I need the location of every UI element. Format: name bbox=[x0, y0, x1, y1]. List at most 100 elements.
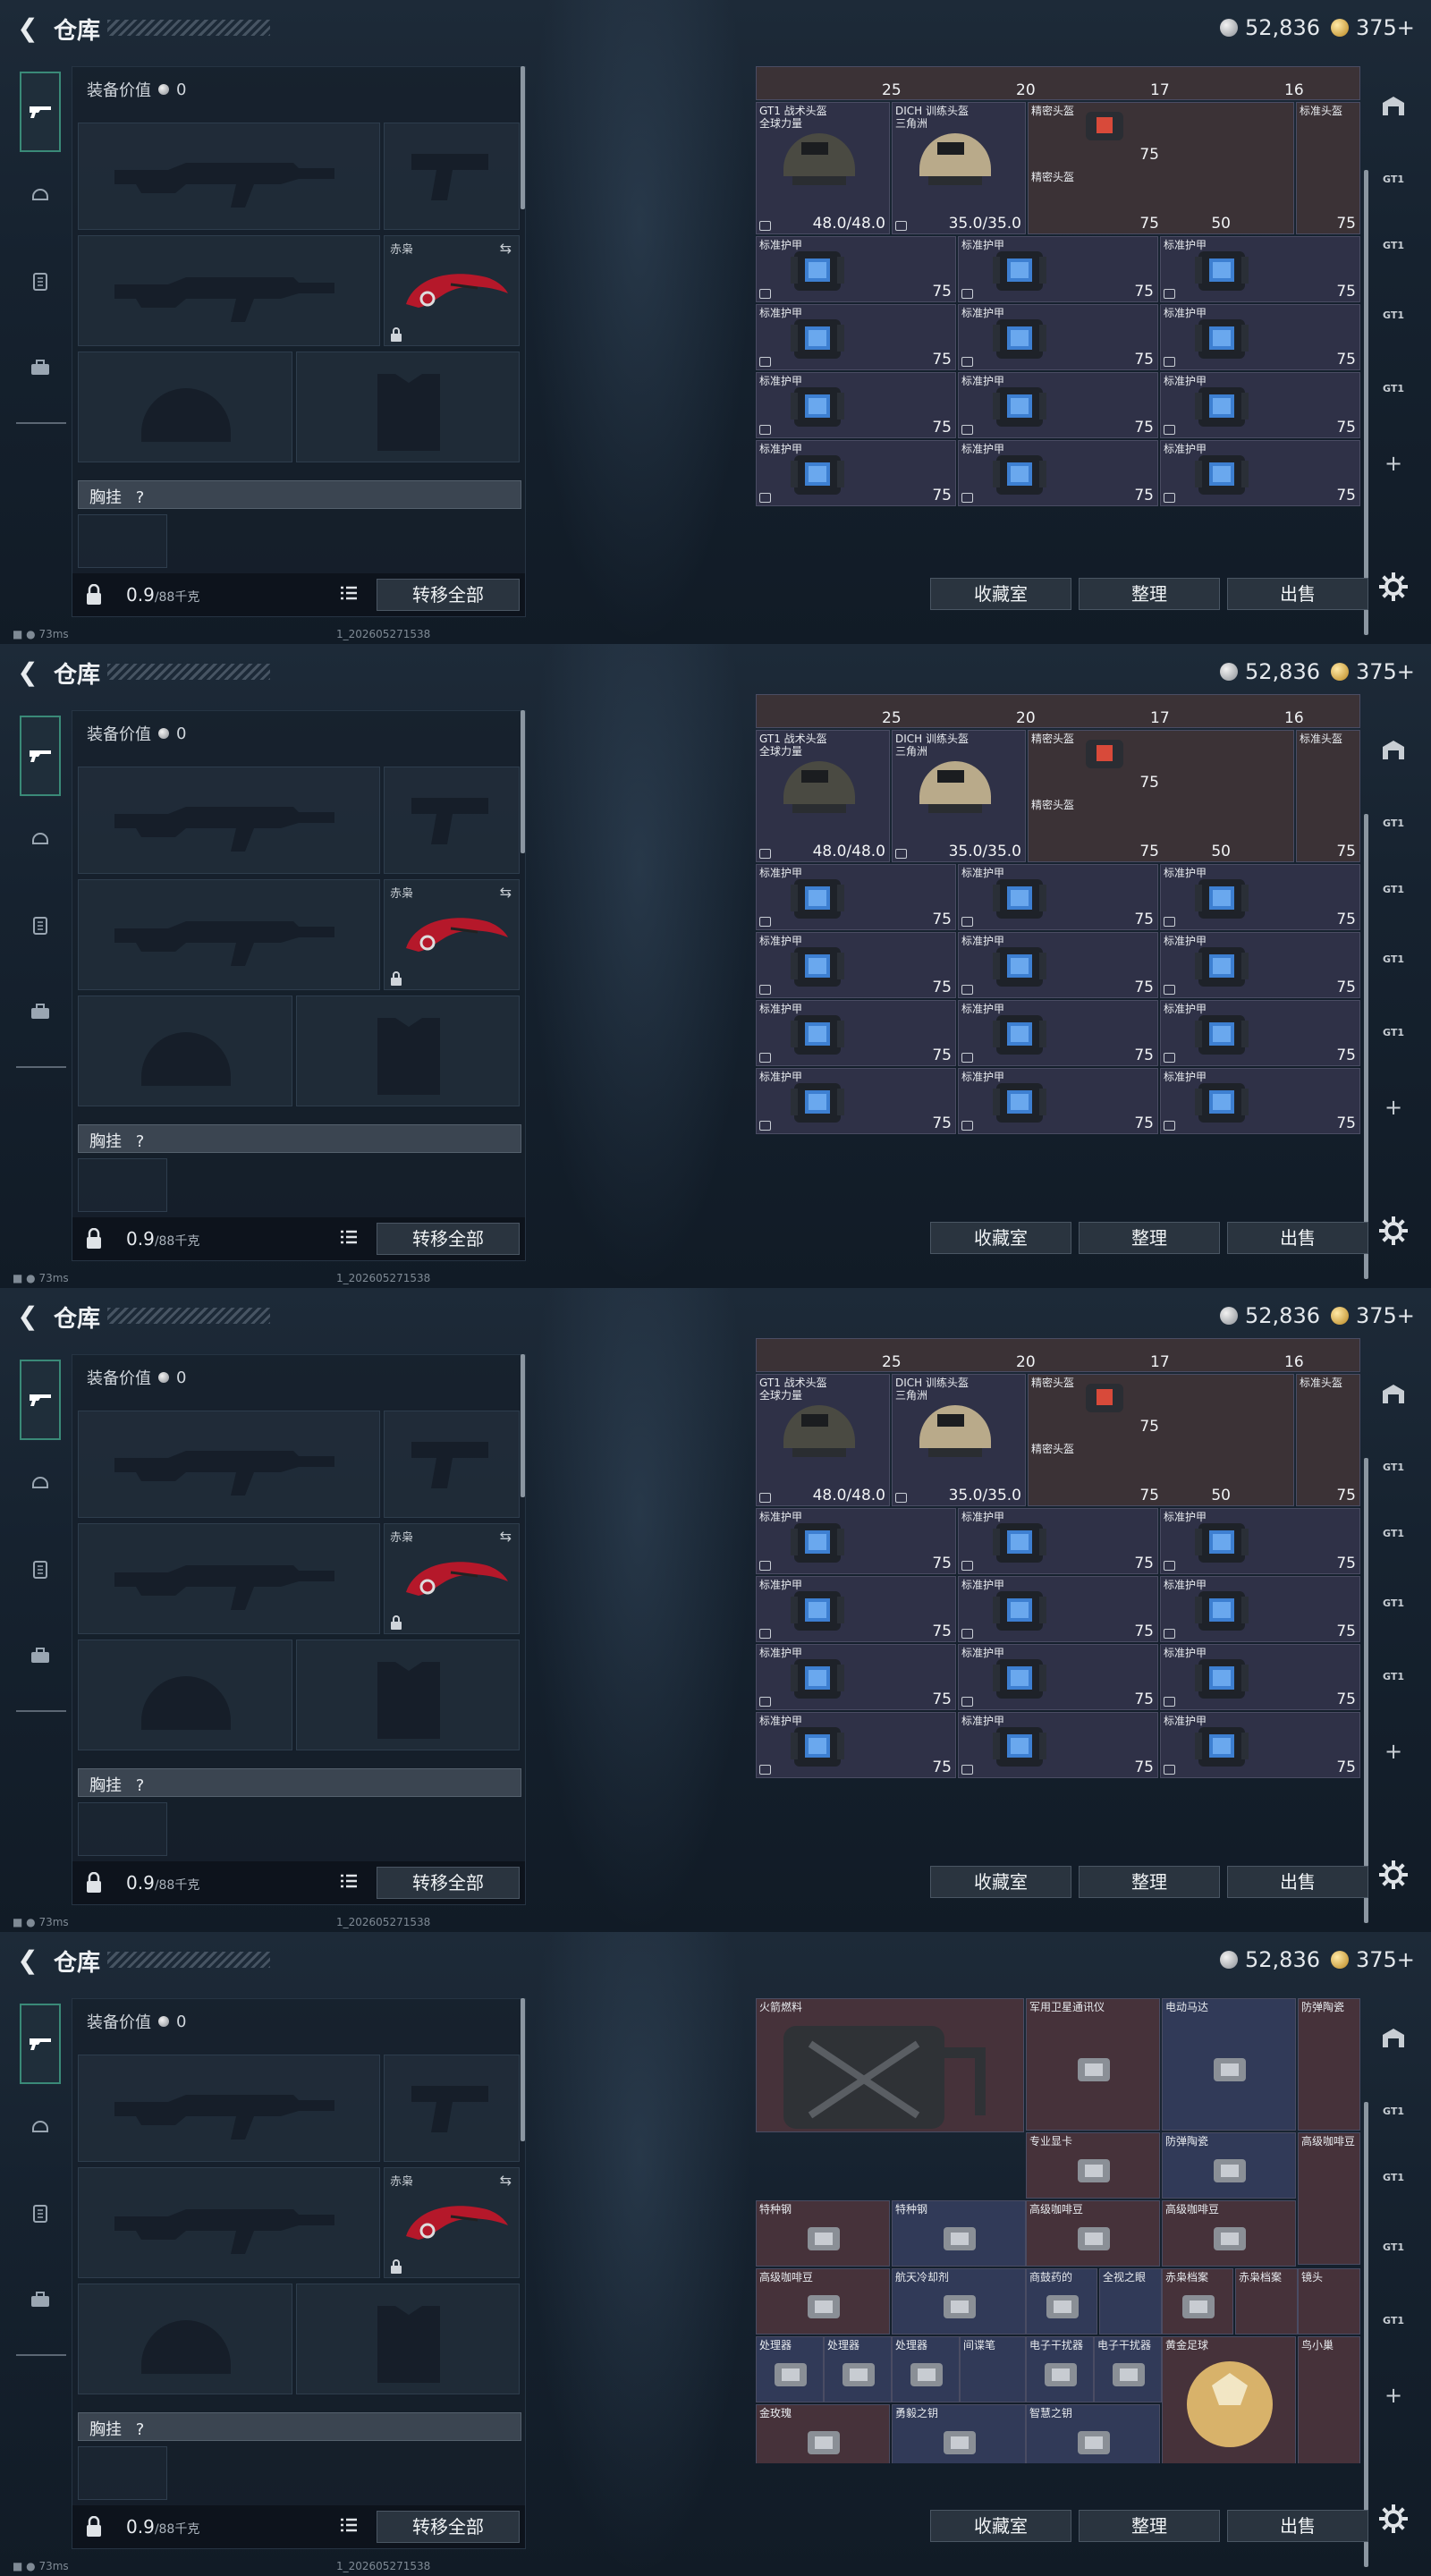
inventory-item-cell[interactable]: 军用卫星通讯仪 bbox=[1026, 1998, 1160, 2131]
helmet-cell[interactable]: DICH 训练头盔 三角洲 35.0/35.0 bbox=[892, 730, 1026, 862]
storage-tab-main[interactable] bbox=[1376, 733, 1411, 766]
sell-button[interactable]: 出售 bbox=[1227, 1866, 1368, 1898]
vest-cell[interactable]: 标准护甲 75 bbox=[958, 1000, 1158, 1066]
helmet-slot[interactable] bbox=[78, 352, 292, 462]
melee-slot[interactable]: 赤枭 ⇆ bbox=[384, 2167, 520, 2278]
swap-icon[interactable]: ⇆ bbox=[500, 884, 512, 901]
back-button[interactable]: ❮ bbox=[13, 1946, 43, 1975]
vest-cell[interactable]: 标准护甲 75 bbox=[1160, 236, 1360, 302]
chest-rig-bar[interactable]: 胸挂 ? bbox=[78, 1768, 521, 1797]
chest-rig-bar[interactable]: 胸挂 ? bbox=[78, 2412, 521, 2441]
vest-cell[interactable]: 标准护甲 75 bbox=[1160, 1068, 1360, 1134]
storage-tab-main[interactable] bbox=[1376, 89, 1411, 122]
inventory-item-cell[interactable]: 特种钢 bbox=[892, 2200, 1026, 2267]
inventory-item-cell[interactable]: 电子干扰器 bbox=[1094, 2336, 1162, 2402]
vest-cell[interactable]: 标准护甲 75 bbox=[958, 1576, 1158, 1642]
collection-room-button[interactable]: 收藏室 bbox=[930, 1222, 1071, 1254]
storage-tab-4[interactable]: GT1 bbox=[1376, 1016, 1411, 1048]
swap-icon[interactable]: ⇆ bbox=[500, 2172, 512, 2189]
back-button[interactable]: ❮ bbox=[13, 14, 43, 43]
vest-cell[interactable]: 标准护甲 75 bbox=[756, 1576, 956, 1642]
vest-cell[interactable]: 标准护甲 75 bbox=[958, 1508, 1158, 1574]
sidebar-tab-weapons[interactable] bbox=[20, 72, 61, 152]
list-icon[interactable] bbox=[341, 2518, 357, 2532]
pistol-slot[interactable] bbox=[384, 123, 520, 230]
swap-icon[interactable]: ⇆ bbox=[500, 1528, 512, 1545]
vest-cell[interactable]: 标准护甲 75 bbox=[1160, 1712, 1360, 1778]
sidebar-tab-helmet[interactable] bbox=[20, 1462, 61, 1503]
back-button[interactable]: ❮ bbox=[13, 1302, 43, 1331]
helmet-slot[interactable] bbox=[78, 996, 292, 1106]
helmet-cell[interactable]: DICH 训练头盔 三角洲 35.0/35.0 bbox=[892, 102, 1026, 234]
storage-tab-1[interactable]: GT1 bbox=[1376, 807, 1411, 839]
precision-helmet-cell[interactable]: 精密头盔 精密头盔 75 75 50 bbox=[1028, 102, 1294, 234]
sidebar-tab-helmet[interactable] bbox=[20, 818, 61, 859]
sidebar-tab-weapons[interactable] bbox=[20, 2004, 61, 2084]
inventory-item-cell[interactable]: 处理器 bbox=[756, 2336, 824, 2402]
secondary-weapon-slot[interactable] bbox=[78, 2167, 380, 2278]
secondary-weapon-slot[interactable] bbox=[78, 235, 380, 346]
inventory-item-cell[interactable]: 高级咖啡豆 bbox=[1162, 2200, 1296, 2267]
pistol-slot[interactable] bbox=[384, 1411, 520, 1518]
inventory-item-cell[interactable]: 火箭燃料 bbox=[756, 1998, 1024, 2132]
storage-tab-2[interactable]: GT1 bbox=[1376, 873, 1411, 905]
sidebar-tab-vest[interactable] bbox=[20, 905, 61, 946]
chest-rig-slot[interactable] bbox=[78, 1802, 167, 1856]
vest-cell[interactable]: 标准护甲 75 bbox=[756, 1508, 956, 1574]
inventory-item-cell[interactable]: 镜头 bbox=[1298, 2268, 1360, 2334]
vest-cell[interactable]: 标准护甲 75 bbox=[958, 1644, 1158, 1710]
vest-cell[interactable]: 标准护甲 75 bbox=[958, 864, 1158, 930]
inventory-item-cell[interactable]: 全视之眼 bbox=[1099, 2268, 1162, 2334]
inventory-item-cell[interactable]: 赤枭档案 bbox=[1235, 2268, 1298, 2334]
standard-helmet-cell[interactable]: 标准头盔 75 bbox=[1296, 102, 1360, 234]
vest-cell[interactable]: 标准护甲 75 bbox=[1160, 1508, 1360, 1574]
storage-scrollbar[interactable] bbox=[1364, 170, 1368, 635]
sidebar-tab-backpack[interactable] bbox=[20, 2279, 61, 2320]
transfer-all-button[interactable]: 转移全部 bbox=[377, 2511, 520, 2543]
storage-tab-2[interactable]: GT1 bbox=[1376, 229, 1411, 261]
storage-tab-main[interactable] bbox=[1376, 1377, 1411, 1410]
collection-room-button[interactable]: 收藏室 bbox=[930, 2510, 1071, 2542]
melee-slot[interactable]: 赤枭 ⇆ bbox=[384, 1523, 520, 1634]
helmet-cell[interactable]: GT1 战术头盔 全球力量 48.0/48.0 bbox=[756, 102, 890, 234]
transfer-all-button[interactable]: 转移全部 bbox=[377, 579, 520, 611]
storage-tab-4[interactable]: GT1 bbox=[1376, 2304, 1411, 2336]
organize-button[interactable]: 整理 bbox=[1079, 578, 1220, 610]
inventory-item-cell[interactable]: 专业显卡 bbox=[1026, 2132, 1160, 2199]
vest-cell[interactable]: 标准护甲 75 bbox=[1160, 440, 1360, 506]
sell-button[interactable]: 出售 bbox=[1227, 578, 1368, 610]
precision-helmet-cell[interactable]: 精密头盔 精密头盔 75 75 50 bbox=[1028, 1374, 1294, 1506]
sidebar-tab-vest[interactable] bbox=[20, 2193, 61, 2234]
currency-gold[interactable]: 375+ bbox=[1331, 14, 1415, 41]
sidebar-tab-backpack[interactable] bbox=[20, 347, 61, 388]
storage-tab-1[interactable]: GT1 bbox=[1376, 163, 1411, 195]
inventory-item-cell[interactable]: 处理器 bbox=[824, 2336, 892, 2402]
organize-button[interactable]: 整理 bbox=[1079, 2510, 1220, 2542]
inventory-item-cell[interactable]: 航天冷却剂 bbox=[892, 2268, 1026, 2334]
inventory-item-cell[interactable]: 特种钢 bbox=[756, 2200, 890, 2267]
armor-slot[interactable] bbox=[296, 352, 520, 462]
vest-cell[interactable]: 标准护甲 75 bbox=[1160, 1644, 1360, 1710]
sidebar-tab-backpack[interactable] bbox=[20, 991, 61, 1032]
inventory-item-cell[interactable]: 黄金足球 bbox=[1162, 2336, 1296, 2463]
inventory-item-cell[interactable]: 金玫瑰 bbox=[756, 2404, 890, 2463]
vest-cell[interactable]: 标准护甲 75 bbox=[756, 236, 956, 302]
storage-tab-3[interactable]: GT1 bbox=[1376, 2231, 1411, 2263]
sidebar-tab-backpack[interactable] bbox=[20, 1635, 61, 1676]
vest-cell[interactable]: 标准护甲 75 bbox=[756, 864, 956, 930]
collection-room-button[interactable]: 收藏室 bbox=[930, 1866, 1071, 1898]
storage-tab-2[interactable]: GT1 bbox=[1376, 2161, 1411, 2193]
secondary-weapon-slot[interactable] bbox=[78, 879, 380, 990]
inventory-item-cell[interactable]: 商鼓药的 bbox=[1026, 2268, 1097, 2334]
chest-rig-bar[interactable]: 胸挂 ? bbox=[78, 480, 521, 509]
transfer-all-button[interactable]: 转移全部 bbox=[377, 1223, 520, 1255]
vest-cell[interactable]: 标准护甲 75 bbox=[756, 304, 956, 370]
standard-helmet-cell[interactable]: 标准头盔 75 bbox=[1296, 1374, 1360, 1506]
sidebar-tab-weapons[interactable] bbox=[20, 1360, 61, 1440]
vest-cell[interactable]: 标准护甲 75 bbox=[1160, 372, 1360, 438]
vest-cell[interactable]: 标准护甲 75 bbox=[1160, 864, 1360, 930]
chest-rig-slot[interactable] bbox=[78, 1158, 167, 1212]
left-scrollbar[interactable] bbox=[521, 1998, 525, 2141]
organize-button[interactable]: 整理 bbox=[1079, 1222, 1220, 1254]
primary-weapon-slot[interactable] bbox=[78, 2055, 380, 2162]
